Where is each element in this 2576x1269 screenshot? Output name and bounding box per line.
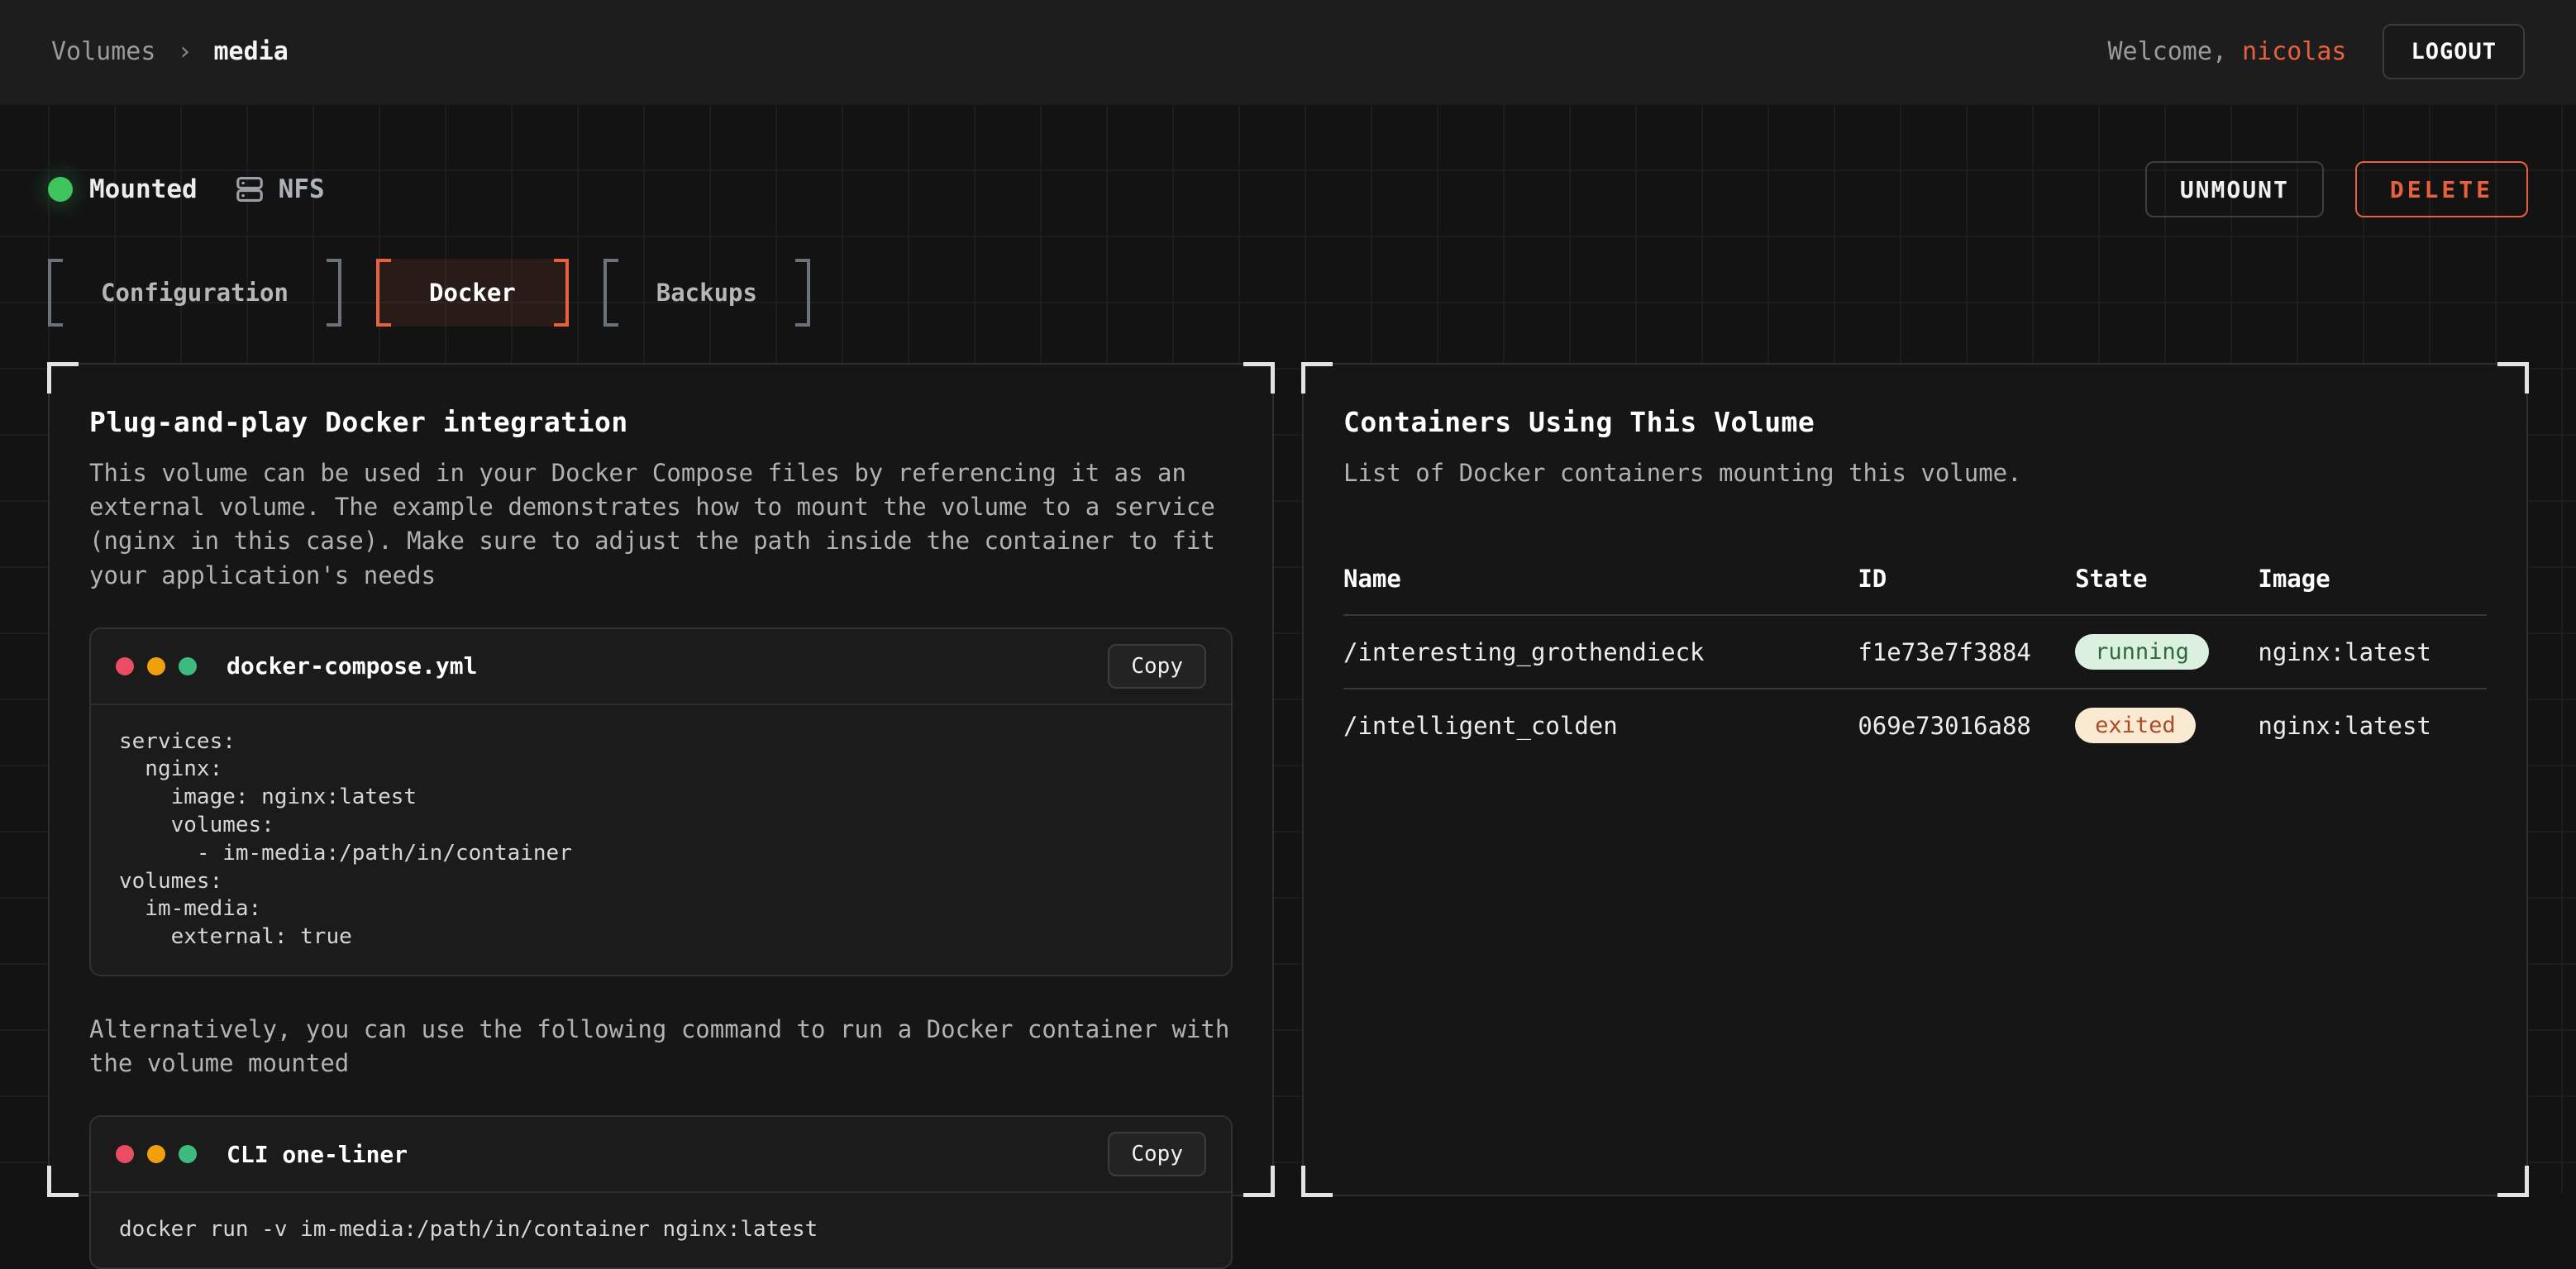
filesystem-type-label: NFS: [279, 174, 325, 204]
green-dot-icon: [179, 1145, 197, 1163]
tab-configuration-label: Configuration: [63, 259, 327, 327]
cli-code-body: docker run -v im-media:/path/in/containe…: [91, 1193, 1231, 1267]
container-state-cell: running: [2075, 615, 2258, 689]
mounted-status-label: Mounted: [89, 174, 198, 204]
cli-block-title: CLI one-liner: [227, 1141, 408, 1168]
tab-right-bracket: [327, 259, 341, 327]
container-image: nginx:latest: [2258, 615, 2487, 689]
copy-compose-button[interactable]: Copy: [1108, 644, 1206, 689]
tab-bar: Configuration Docker Backups: [48, 259, 2528, 327]
yellow-dot-icon: [147, 1145, 165, 1163]
username: nicolas: [2242, 37, 2346, 66]
container-state-cell: exited: [2075, 689, 2258, 761]
breadcrumb-volumes-link[interactable]: Volumes: [51, 37, 155, 66]
topbar-right: Welcome, nicolas LOGOUT: [2107, 24, 2525, 79]
window-dots: [116, 1145, 197, 1163]
tab-backups-label: Backups: [618, 259, 795, 327]
compose-code: services: nginx: image: nginx:latest vol…: [119, 728, 1203, 952]
breadcrumb-current-volume: media: [214, 37, 289, 66]
containers-panel-subtitle: List of Docker containers mounting this …: [1343, 456, 2484, 490]
container-name: /interesting_grothendieck: [1343, 615, 1858, 689]
panel-corner-bracket: [2497, 1166, 2529, 1197]
unmount-button[interactable]: UNMOUNT: [2145, 161, 2324, 217]
status-row: Mounted NFS UNMOUNT DELETE: [48, 161, 2528, 217]
container-id: f1e73e7f3884: [1858, 615, 2075, 689]
containers-panel: Containers Using This Volume List of Doc…: [1302, 363, 2528, 1196]
column-header-id: ID: [1858, 548, 2075, 615]
table-row: /interesting_grothendieck f1e73e7f3884 r…: [1343, 615, 2487, 689]
table-header-row: Name ID State Image: [1343, 548, 2487, 615]
cli-code: docker run -v im-media:/path/in/containe…: [119, 1216, 1203, 1244]
volume-actions: UNMOUNT DELETE: [2145, 161, 2528, 217]
tab-right-bracket: [554, 259, 569, 327]
tab-configuration[interactable]: Configuration: [48, 259, 341, 327]
copy-cli-button[interactable]: Copy: [1108, 1132, 1206, 1176]
cli-intro-text: Alternatively, you can use the following…: [89, 1013, 1230, 1081]
tab-left-bracket: [603, 259, 618, 327]
panel-corner-bracket: [1243, 362, 1275, 394]
compose-filename: docker-compose.yml: [227, 652, 477, 680]
tab-left-bracket: [48, 259, 63, 327]
table-row: /intelligent_colden 069e73016a88 exited …: [1343, 689, 2487, 761]
column-header-name: Name: [1343, 548, 1858, 615]
containers-panel-title: Containers Using This Volume: [1343, 406, 2487, 438]
logout-button[interactable]: LOGOUT: [2383, 24, 2525, 79]
compose-code-block: docker-compose.yml Copy services: nginx:…: [89, 627, 1233, 976]
compose-code-header: docker-compose.yml Copy: [91, 629, 1231, 705]
mounted-status-dot-icon: [48, 177, 73, 202]
delete-button[interactable]: DELETE: [2355, 161, 2528, 217]
panel-corner-bracket: [47, 1166, 79, 1197]
panel-corner-bracket: [1301, 1166, 1333, 1197]
panel-corner-bracket: [1301, 362, 1333, 394]
tab-left-bracket: [376, 259, 391, 327]
docker-integration-panel: Plug-and-play Docker integration This vo…: [48, 363, 1274, 1196]
panel-row: Plug-and-play Docker integration This vo…: [48, 363, 2528, 1196]
docker-panel-title: Plug-and-play Docker integration: [89, 406, 1233, 438]
green-dot-icon: [179, 657, 197, 675]
panel-corner-bracket: [2497, 362, 2529, 394]
chevron-right-icon: ›: [177, 37, 192, 66]
tab-docker-label: Docker: [391, 259, 554, 327]
container-image: nginx:latest: [2258, 689, 2487, 761]
docker-panel-description: This volume can be used in your Docker C…: [89, 456, 1230, 593]
compose-code-body: services: nginx: image: nginx:latest vol…: [91, 705, 1231, 975]
top-bar: Volumes › media Welcome, nicolas LOGOUT: [0, 0, 2576, 103]
cli-code-block: CLI one-liner Copy docker run -v im-medi…: [89, 1115, 1233, 1269]
breadcrumb: Volumes › media: [51, 37, 289, 66]
panel-corner-bracket: [1243, 1166, 1275, 1197]
main-area: Mounted NFS UNMOUNT DELETE: [0, 161, 2576, 1196]
mount-status: Mounted: [48, 174, 198, 204]
status-badge: running: [2075, 634, 2209, 670]
column-header-image: Image: [2258, 548, 2487, 615]
status-badge: exited: [2075, 708, 2196, 743]
welcome-prefix: Welcome,: [2107, 37, 2242, 66]
red-dot-icon: [116, 1145, 134, 1163]
status-indicators: Mounted NFS: [48, 174, 325, 205]
container-name: /intelligent_colden: [1343, 689, 1858, 761]
containers-table: Name ID State Image /interesting_grothen…: [1343, 548, 2487, 761]
yellow-dot-icon: [147, 657, 165, 675]
column-header-state: State: [2075, 548, 2258, 615]
welcome-text: Welcome, nicolas: [2107, 37, 2346, 66]
window-dots: [116, 657, 197, 675]
tab-backups[interactable]: Backups: [603, 259, 810, 327]
tab-docker[interactable]: Docker: [376, 259, 569, 327]
container-id: 069e73016a88: [1858, 689, 2075, 761]
red-dot-icon: [116, 657, 134, 675]
filesystem-type: NFS: [234, 174, 325, 205]
server-icon: [234, 174, 265, 205]
panel-corner-bracket: [47, 362, 79, 394]
cli-code-header: CLI one-liner Copy: [91, 1117, 1231, 1193]
tab-right-bracket: [795, 259, 810, 327]
